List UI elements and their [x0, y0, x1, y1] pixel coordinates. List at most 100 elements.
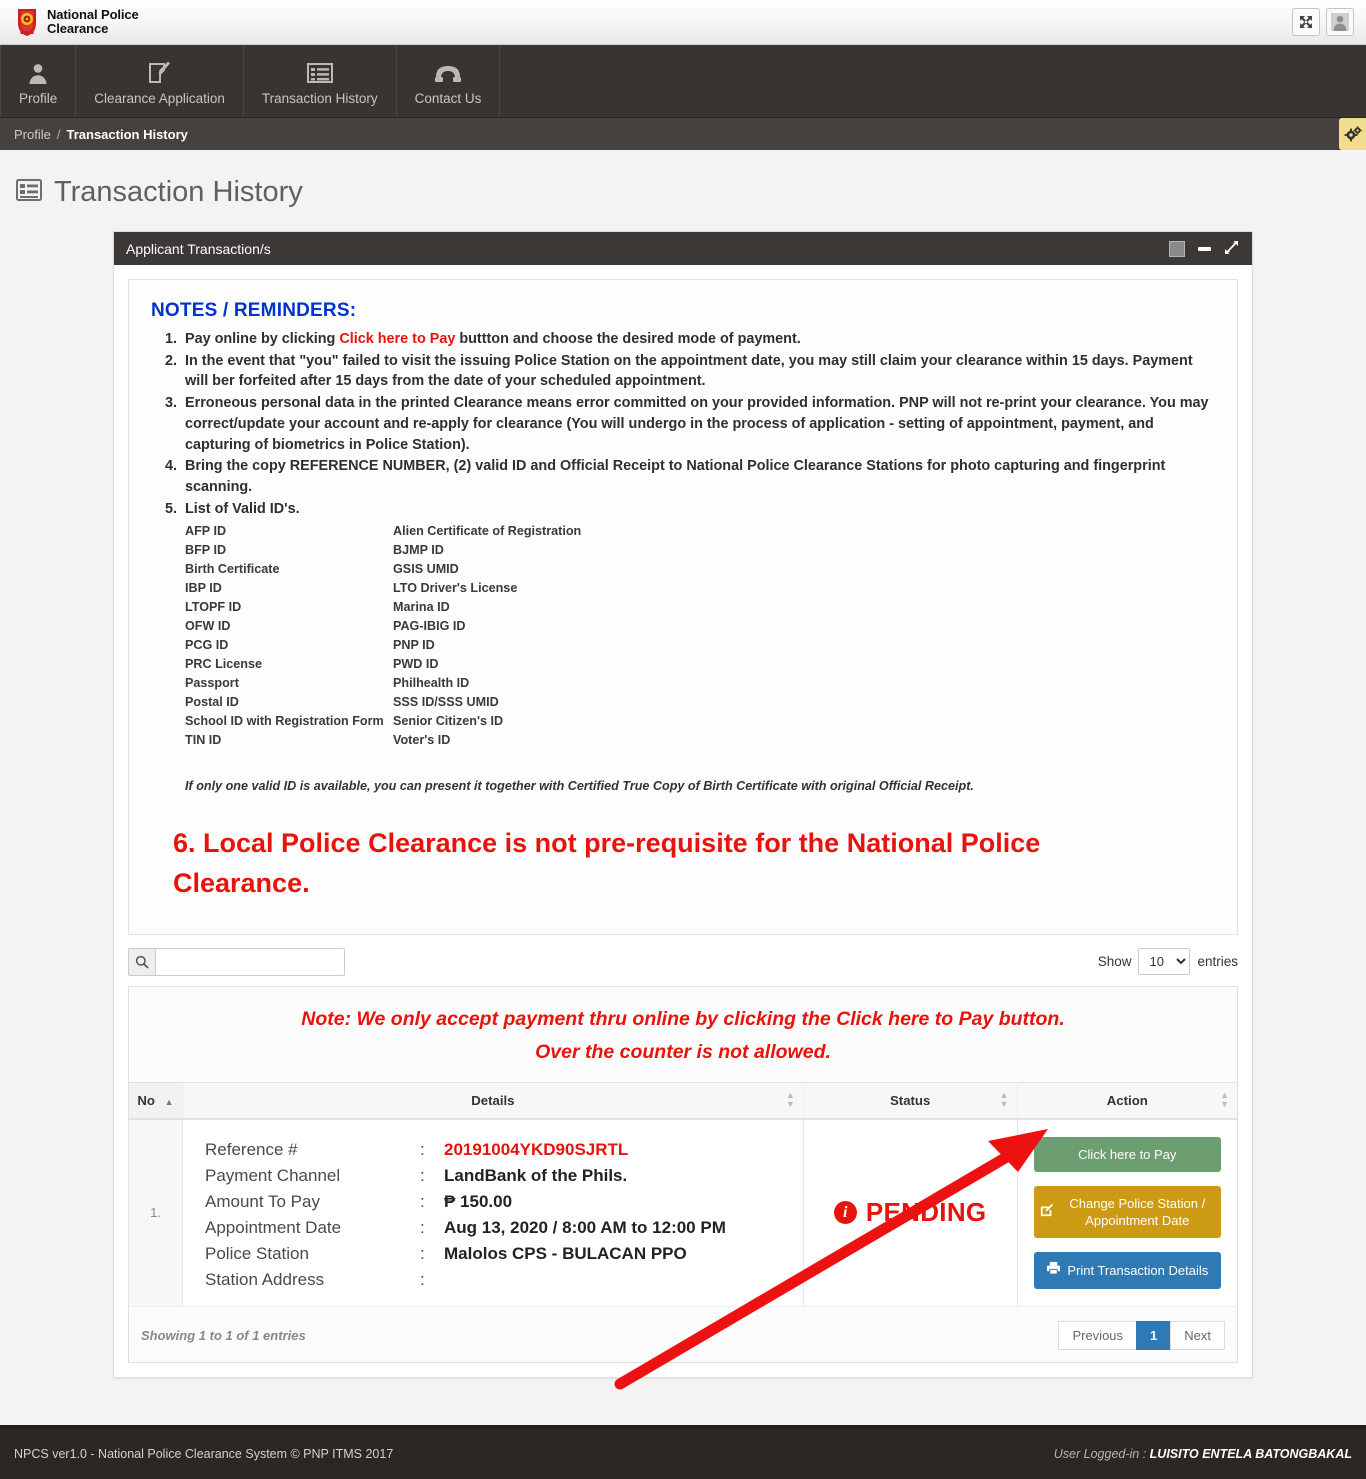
settings-panel-toggle[interactable] — [1339, 118, 1366, 150]
cell-status: i PENDING — [803, 1118, 1018, 1306]
pagination-previous[interactable]: Previous — [1058, 1320, 1138, 1350]
nav-item-transaction-history[interactable]: Transaction History — [244, 45, 397, 117]
pagination-next[interactable]: Next — [1170, 1320, 1225, 1350]
column-header-no-label: No — [137, 1092, 155, 1108]
square-box-icon[interactable] — [1169, 240, 1185, 257]
telephone-icon — [434, 59, 462, 87]
detail-label: Station Address — [205, 1269, 325, 1289]
change-police-station-button[interactable]: Change Police Station / Appointment Date — [1033, 1186, 1221, 1239]
nav-item-clearance-application[interactable]: Clearance Application — [76, 45, 244, 117]
breadcrumb: Profile / Transaction History — [0, 118, 1366, 150]
detail-separator: : — [420, 1165, 425, 1185]
edit-square-icon — [1040, 1203, 1054, 1221]
nav-label-transaction-history: Transaction History — [261, 90, 378, 106]
column-header-status-label: Status — [890, 1092, 931, 1108]
search-box[interactable] — [128, 947, 345, 976]
datatable-controls: Show 10 25 50 100 entries — [128, 947, 1238, 976]
detail-separator: : — [420, 1243, 425, 1263]
detail-separator: : — [420, 1191, 425, 1211]
valid-id-left: BFP ID — [185, 542, 227, 557]
sort-ascending-icon: ▲ — [164, 1096, 174, 1107]
big-red-note: 6. Local Police Clearance is not pre-req… — [173, 827, 1041, 899]
cell-details: Reference # : 20191004YKD90SJRTL Payment… — [182, 1118, 804, 1306]
column-header-details[interactable]: Details ▲ ▼ — [182, 1081, 804, 1120]
search-icon — [128, 947, 155, 976]
breadcrumb-current: Transaction History — [66, 126, 188, 142]
notes-heading: NOTES / REMINDERS: — [151, 300, 357, 321]
transactions-table: No ▲ Details ▲ ▼ Status ▲ ▼ Action ▲ ▼ 1… — [129, 1081, 1237, 1306]
valid-id-left: Birth Certificate — [185, 561, 280, 576]
valid-id-left: IBP ID — [185, 580, 222, 595]
detail-separator: : — [420, 1139, 425, 1159]
cell-row-number: 1. — [129, 1118, 183, 1306]
minus-icon[interactable] — [1198, 246, 1211, 251]
valid-id-right: PWD ID — [393, 656, 439, 671]
nav-item-contact-us[interactable]: Contact Us — [397, 45, 501, 117]
detail-value-amount-to-pay: ₱ 150.00 — [444, 1191, 513, 1211]
column-header-no[interactable]: No ▲ — [129, 1081, 183, 1120]
brand-line-1: National Police — [47, 6, 139, 22]
note-1-pre: Pay online by clicking — [185, 331, 340, 347]
valid-id-right: SSS ID/SSS UMID — [393, 694, 499, 709]
note-item-5: List of Valid ID's. AFP ID Alien Certific… — [181, 499, 1215, 795]
nav-item-profile[interactable]: Profile — [0, 45, 77, 117]
nav-label-contact-us: Contact Us — [414, 90, 482, 106]
transactions-table-box: Note: We only accept payment thru online… — [128, 985, 1238, 1363]
column-header-action[interactable]: Action ▲ ▼ — [1017, 1081, 1237, 1120]
detail-value-appointment-date: Aug 13, 2020 / 8:00 AM to 12:00 PM — [444, 1217, 726, 1237]
main-navigation: Profile Clearance Application Transactio… — [0, 45, 1366, 118]
applicant-transactions-panel: Applicant Transaction/s NOTES / REMINDER… — [113, 231, 1253, 1378]
expand-diagonal-icon[interactable] — [1224, 240, 1239, 258]
detail-label: Payment Channel — [205, 1165, 341, 1185]
detail-separator: : — [420, 1217, 425, 1237]
valid-id-right: PAG-IBIG ID — [393, 618, 466, 633]
valid-id-left: LTOPF ID — [185, 599, 242, 614]
show-label: Show — [1097, 954, 1132, 970]
datatable-footer: Showing 1 to 1 of 1 entries Previous 1 N… — [129, 1305, 1237, 1362]
click-here-to-pay-button[interactable]: Click here to Pay — [1033, 1136, 1221, 1173]
entries-length-control: Show 10 25 50 100 entries — [1097, 948, 1238, 976]
valid-id-footnote: If only one valid ID is available, you c… — [185, 778, 974, 793]
sort-icon: ▲ ▼ — [785, 1090, 795, 1110]
brand-logo-group[interactable]: National Police Clearance — [14, 7, 139, 37]
footer-copyright: NPCS ver1.0 - National Police Clearance … — [14, 1447, 394, 1461]
cell-action: Click here to Pay Change Police Station … — [1017, 1118, 1237, 1306]
column-header-status[interactable]: Status ▲ ▼ — [803, 1081, 1018, 1120]
print-transaction-details-button[interactable]: Print Transaction Details — [1033, 1252, 1221, 1289]
valid-id-left: Passport — [185, 675, 239, 690]
detail-label: Reference # — [205, 1139, 298, 1159]
note-1-post: buttton and choose the desired mode of p… — [455, 331, 801, 347]
detail-value-station-address — [444, 1270, 795, 1290]
fullscreen-button[interactable] — [1292, 8, 1320, 36]
nav-label-profile: Profile — [19, 90, 58, 106]
valid-id-left: School ID with Registration Form — [185, 713, 384, 728]
info-circle-icon: i — [833, 1201, 857, 1225]
pagination-page-1[interactable]: 1 — [1136, 1320, 1172, 1350]
valid-id-right: Alien Certificate of Registration — [393, 523, 582, 538]
expand-arrows-icon — [1300, 16, 1312, 28]
breadcrumb-root[interactable]: Profile — [14, 127, 51, 142]
sort-icon: ▲ ▼ — [999, 1090, 1009, 1110]
valid-id-right: BJMP ID — [393, 542, 444, 557]
pnp-shield-logo-icon — [14, 7, 40, 37]
note-1-link[interactable]: Click here to Pay — [339, 331, 455, 347]
user-avatar-button[interactable] — [1326, 8, 1354, 36]
page-title-text: Transaction History — [54, 176, 303, 208]
brand-name: National Police Clearance — [47, 6, 139, 36]
valid-id-right: Marina ID — [393, 599, 450, 614]
valid-id-left: AFP ID — [185, 523, 227, 538]
entries-length-select[interactable]: 10 25 50 100 — [1138, 948, 1191, 976]
valid-id-left: OFW ID — [185, 618, 231, 633]
search-input[interactable] — [155, 947, 345, 976]
page-title-icon — [16, 176, 42, 209]
detail-label: Amount To Pay — [205, 1191, 320, 1211]
note-5-label: List of Valid ID's. — [185, 500, 300, 517]
top-right-tools — [1292, 8, 1354, 36]
valid-id-right: Voter's ID — [393, 732, 451, 747]
brand-line-2: Clearance — [47, 21, 109, 36]
panel-tools — [1169, 240, 1239, 258]
footer-user-name: LUISITO ENTELA BATONGBAKAL — [1149, 1447, 1352, 1461]
print-button-label: Print Transaction Details — [1067, 1262, 1209, 1278]
valid-id-left: TIN ID — [185, 732, 222, 747]
valid-id-left: PCG ID — [185, 637, 229, 652]
